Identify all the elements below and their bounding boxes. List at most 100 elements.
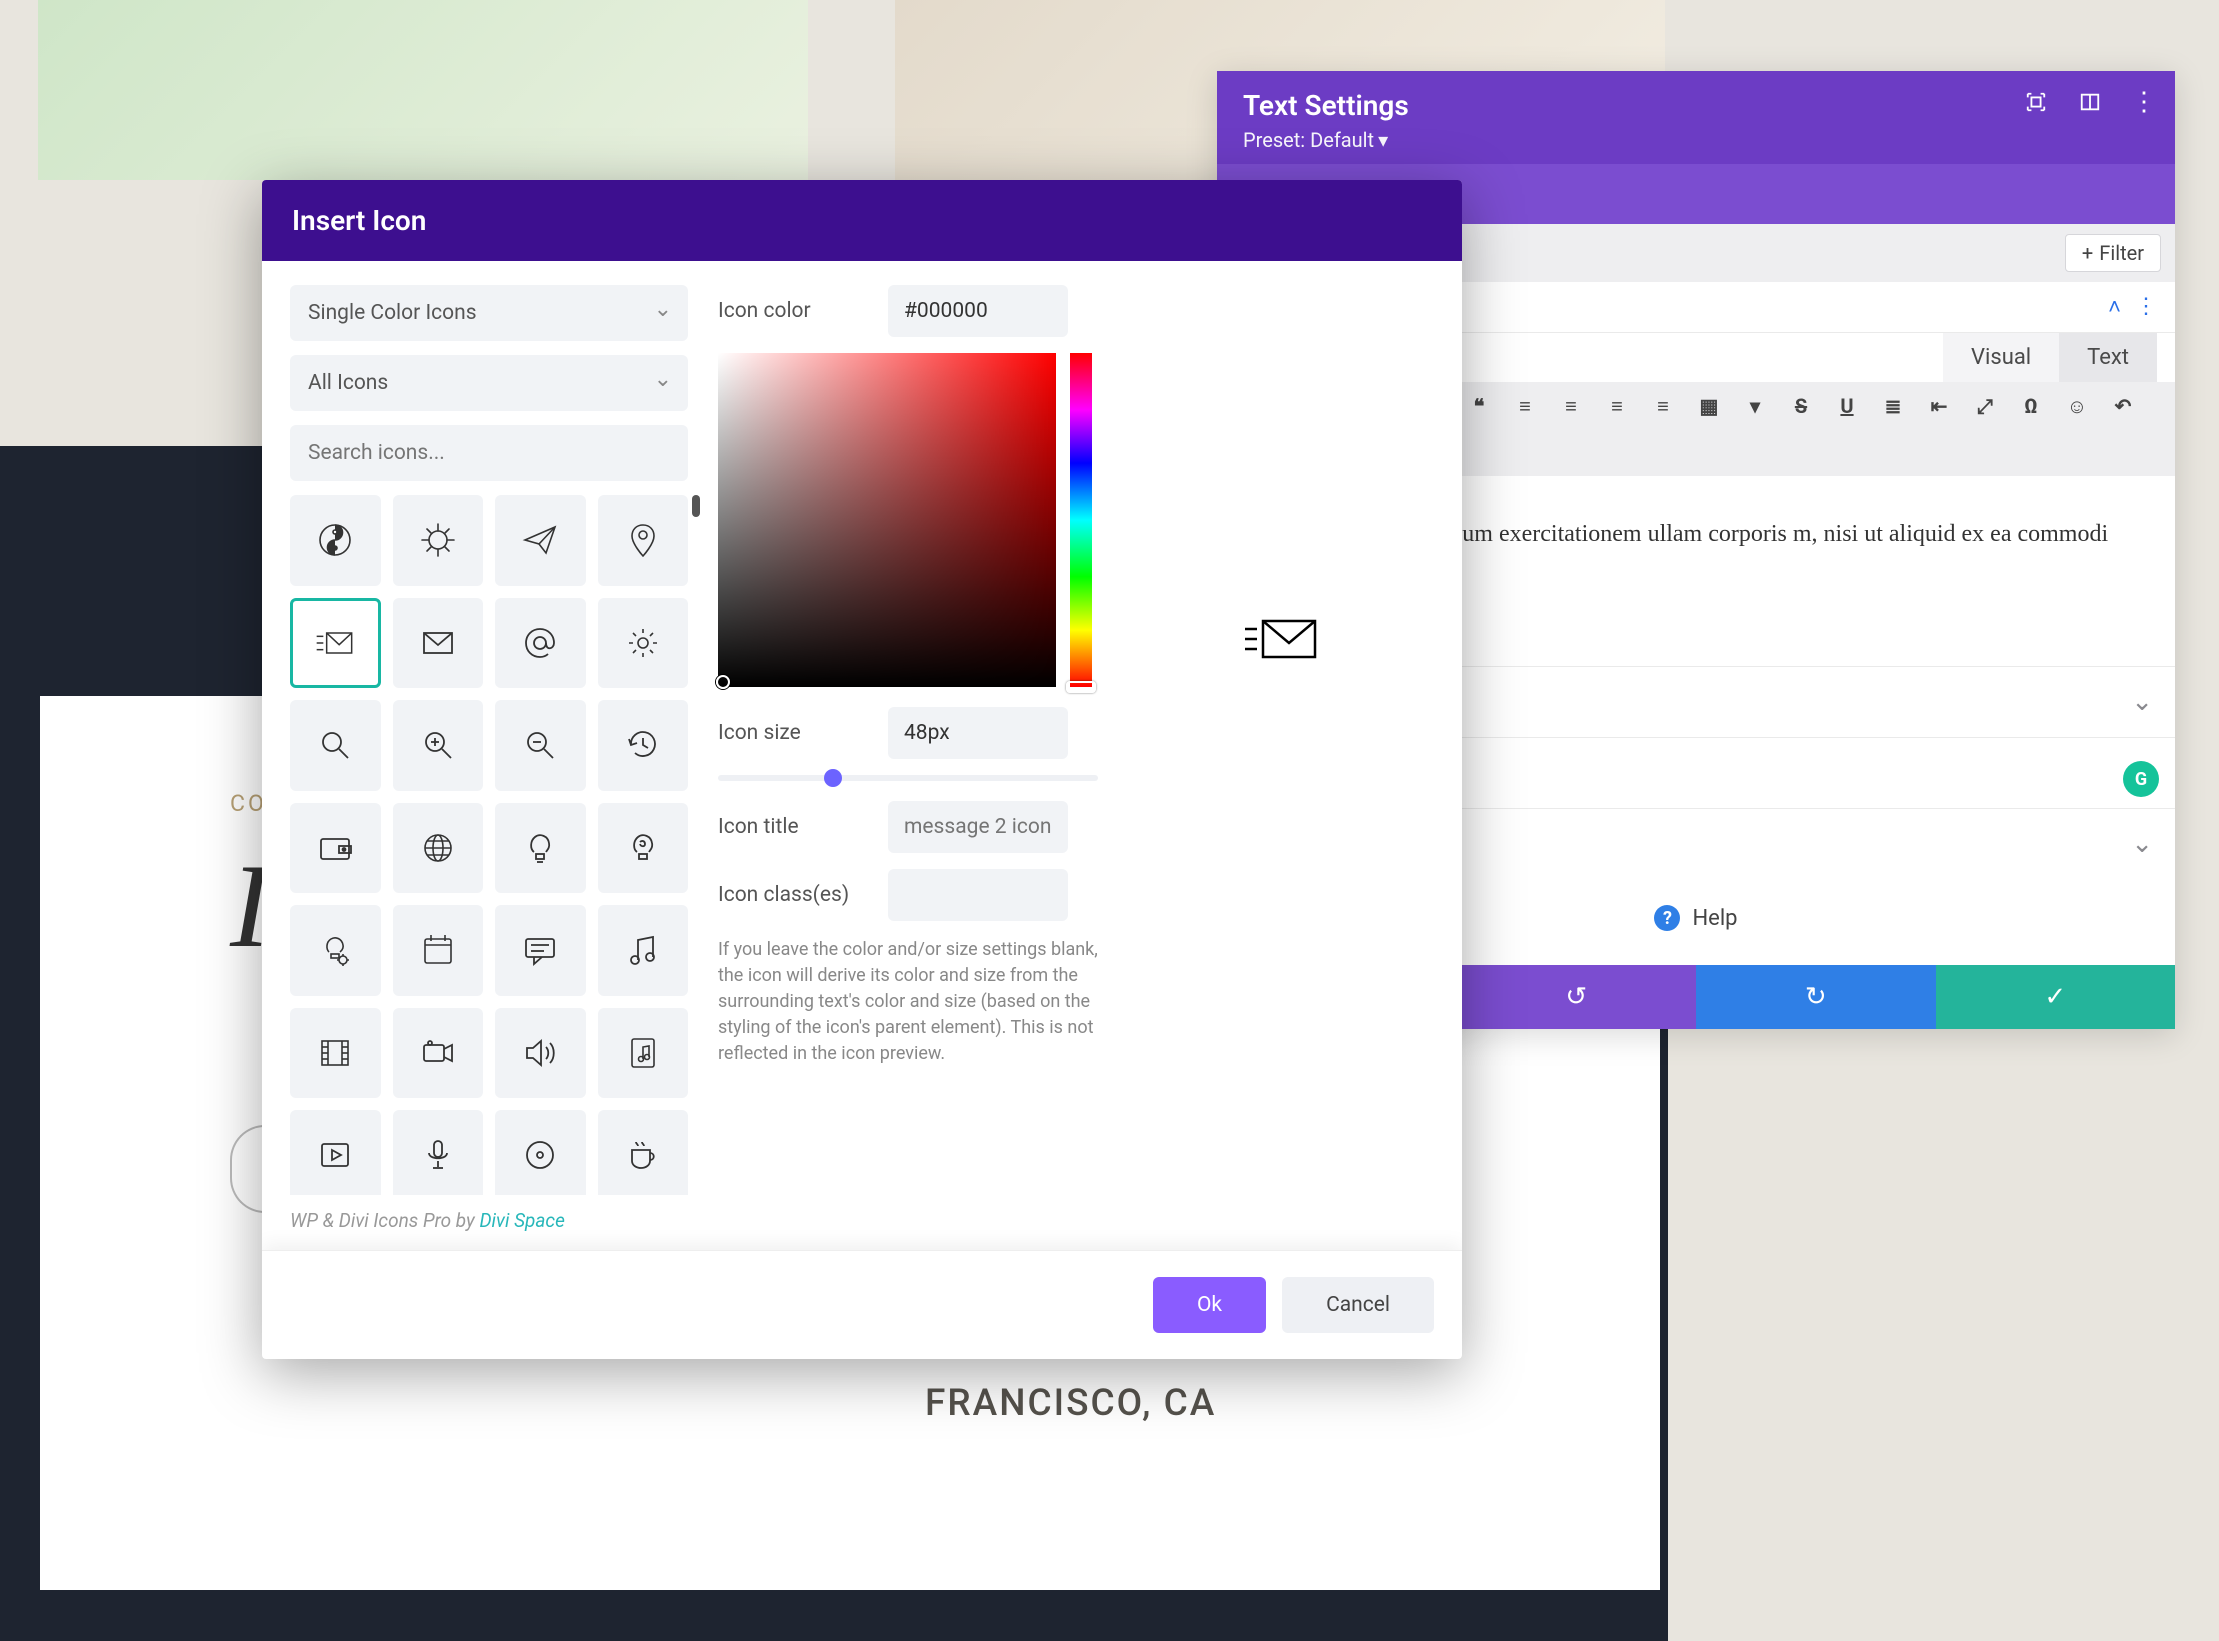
saturation-panel[interactable]	[718, 353, 1056, 687]
chevron-down-icon: ⌄	[2131, 687, 2153, 717]
icon-option-zoom-in[interactable]	[393, 700, 484, 791]
icon-option-chat[interactable]	[495, 905, 586, 996]
icon-option-history[interactable]	[598, 700, 689, 791]
icon-category-select[interactable]: All Icons	[290, 355, 688, 411]
quote-button[interactable]: ❝	[1465, 392, 1493, 420]
icon-option-paper-plane[interactable]	[495, 495, 586, 586]
icon-option-bulb-eco[interactable]	[598, 803, 689, 894]
icon-option-calendar[interactable]	[393, 905, 484, 996]
save-button[interactable]: ✓	[1936, 965, 2176, 1029]
preset-dropdown[interactable]: Preset: Default ▾	[1243, 128, 2149, 152]
table-button[interactable]: ▦	[1695, 392, 1723, 420]
modal-title: Insert Icon	[262, 180, 1462, 261]
icon-color-label: Icon color	[718, 299, 888, 323]
icon-option-play-box[interactable]	[290, 1110, 381, 1195]
icon-option-music-note[interactable]	[598, 905, 689, 996]
omega-button[interactable]: Ω	[2017, 392, 2045, 420]
align-justify-button[interactable]: ≡	[1649, 392, 1677, 420]
more-vertical-icon[interactable]: ⋮	[2135, 294, 2157, 320]
icon-option-speaker[interactable]	[495, 1008, 586, 1099]
icon-option-zoom-out[interactable]	[495, 700, 586, 791]
icon-preview	[1243, 615, 1319, 663]
icon-option-virus[interactable]	[393, 495, 484, 586]
icon-option-mail-lines[interactable]	[290, 598, 381, 689]
help-icon: ?	[1654, 905, 1680, 931]
plus-icon: +	[2082, 241, 2093, 265]
icon-title-input[interactable]	[888, 801, 1068, 853]
icon-option-wallet[interactable]	[290, 803, 381, 894]
columns-icon[interactable]	[2079, 91, 2101, 113]
hue-thumb[interactable]	[1066, 681, 1096, 693]
size-slider[interactable]	[718, 775, 1098, 781]
expand-icon[interactable]	[2025, 91, 2047, 113]
icon-classes-input[interactable]	[888, 869, 1068, 921]
icon-option-gear[interactable]	[598, 598, 689, 689]
undo-button[interactable]: ↶	[2109, 392, 2137, 420]
icon-option-globe[interactable]	[393, 803, 484, 894]
settings-note: If you leave the color and/or size setti…	[718, 937, 1098, 1067]
search-icons-input[interactable]	[290, 425, 688, 481]
icon-option-coffee[interactable]	[598, 1110, 689, 1195]
grammarly-icon[interactable]: G	[2123, 761, 2159, 797]
insert-icon-modal: Insert Icon Single Color Icons All Icons…	[262, 180, 1462, 1359]
saturation-thumb[interactable]	[716, 675, 730, 689]
cancel-button[interactable]: Cancel	[1282, 1277, 1434, 1333]
icon-option-yin-yang[interactable]	[290, 495, 381, 586]
align-right-button[interactable]: ≡	[1603, 392, 1631, 420]
tab-visual[interactable]: Visual	[1943, 333, 2059, 382]
icon-title-label: Icon title	[718, 815, 888, 839]
icon-option-camera[interactable]	[393, 1008, 484, 1099]
icon-color-input[interactable]	[888, 285, 1068, 337]
filter-label: Filter	[2099, 241, 2144, 265]
icon-grid	[290, 495, 688, 1195]
dropdown-caret-icon[interactable]: ▾	[1741, 392, 1769, 420]
icon-option-at-sign[interactable]	[495, 598, 586, 689]
background-image-1	[38, 0, 808, 180]
check-icon: ✓	[2044, 982, 2066, 1012]
preset-label: Preset: Default	[1243, 128, 1374, 152]
strike-button[interactable]: S	[1787, 392, 1815, 420]
redo-footer-button[interactable]: ↻	[1696, 965, 1936, 1029]
panel-header: Text Settings Preset: Default ▾ ⋮	[1217, 71, 2175, 164]
help-label: Help	[1692, 906, 1737, 931]
icon-classes-label: Icon class(es)	[718, 883, 888, 907]
scrollbar-thumb[interactable]	[692, 495, 700, 517]
align-left-button[interactable]: ≡	[1511, 392, 1539, 420]
icon-option-disc[interactable]	[495, 1110, 586, 1195]
bg-city-text: FRANCISCO, CA	[925, 1382, 1216, 1425]
modal-credit: WP & Divi Icons Pro by Divi Space	[262, 1205, 1462, 1250]
underline-button[interactable]: U	[1833, 392, 1861, 420]
credit-link[interactable]: Divi Space	[479, 1209, 564, 1232]
fullscreen-button[interactable]: ⤢	[1971, 392, 1999, 420]
icon-option-search[interactable]	[290, 700, 381, 791]
tab-text[interactable]: Text	[2059, 333, 2157, 382]
chevron-up-icon[interactable]: ˄	[2108, 294, 2121, 320]
icon-size-label: Icon size	[718, 721, 888, 745]
filter-button[interactable]: + Filter	[2065, 234, 2161, 272]
color-picker[interactable]	[718, 353, 1098, 687]
indent-button[interactable]: ≣	[1879, 392, 1907, 420]
icon-option-mic[interactable]	[393, 1110, 484, 1195]
outdent-button[interactable]: ⇤	[1925, 392, 1953, 420]
icon-option-bulb[interactable]	[495, 803, 586, 894]
redo-icon: ↻	[1805, 982, 1827, 1012]
caret-down-icon: ▾	[1378, 128, 1388, 152]
icon-style-select[interactable]: Single Color Icons	[290, 285, 688, 341]
icon-option-film[interactable]	[290, 1008, 381, 1099]
ok-button[interactable]: Ok	[1153, 1277, 1266, 1333]
hue-slider[interactable]	[1070, 353, 1092, 687]
more-vertical-icon[interactable]: ⋮	[2133, 91, 2155, 113]
undo-footer-button[interactable]: ↺	[1457, 965, 1697, 1029]
icon-option-map-pin[interactable]	[598, 495, 689, 586]
icon-option-mail[interactable]	[393, 598, 484, 689]
credit-prefix: WP & Divi Icons Pro by	[290, 1209, 479, 1232]
icon-option-music-file[interactable]	[598, 1008, 689, 1099]
undo-icon: ↺	[1565, 982, 1587, 1012]
icon-option-bulb-gear[interactable]	[290, 905, 381, 996]
panel-title: Text Settings	[1243, 89, 2149, 122]
slider-thumb[interactable]	[824, 769, 842, 787]
chevron-down-icon: ⌄	[2131, 829, 2153, 859]
icon-size-input[interactable]	[888, 707, 1068, 759]
emoji-button[interactable]: ☺	[2063, 392, 2091, 420]
align-center-button[interactable]: ≡	[1557, 392, 1585, 420]
